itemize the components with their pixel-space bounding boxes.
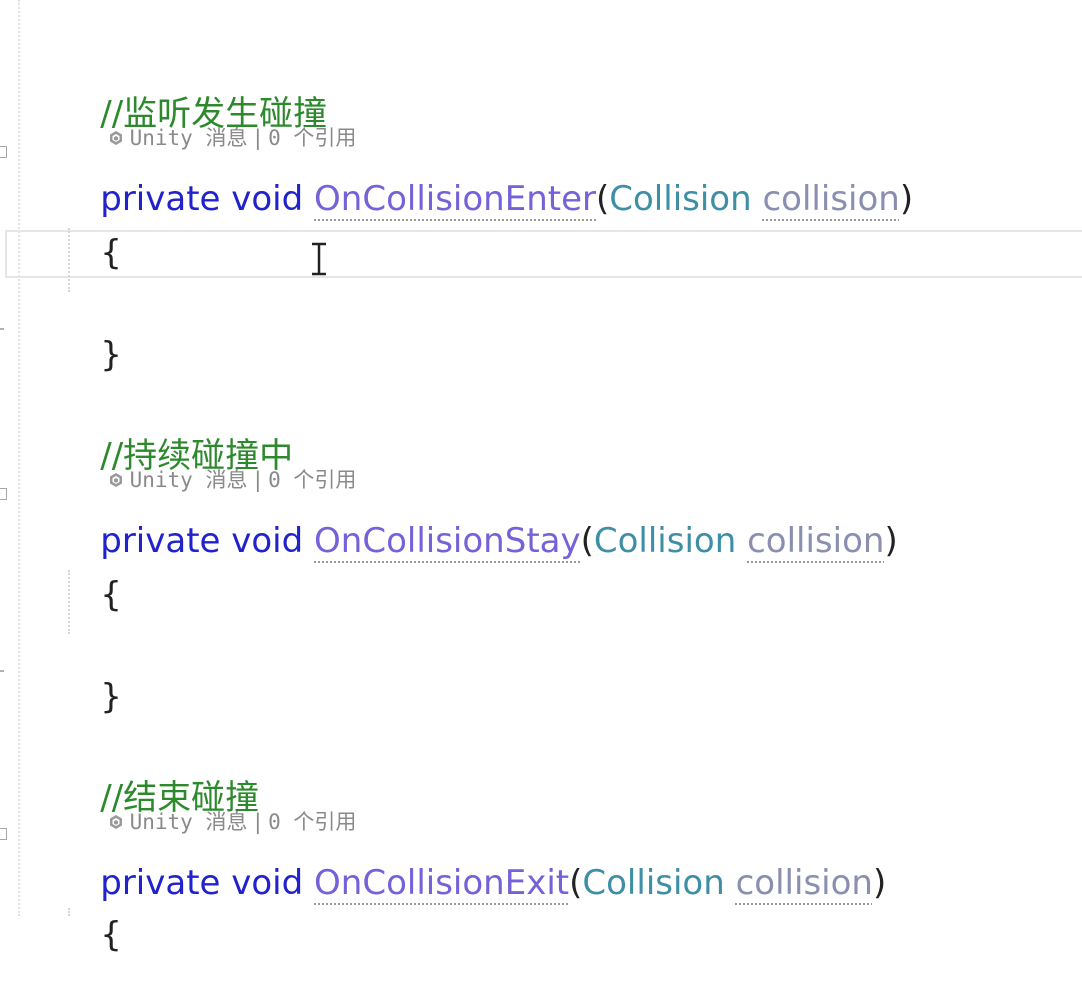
codelens[interactable]: Unity 消息 | 0 个引用 xyxy=(57,780,356,834)
collapse-marker-icon[interactable] xyxy=(0,828,7,840)
left-margin-guide xyxy=(18,0,20,916)
open-brace: { xyxy=(100,915,122,955)
param-type[interactable]: Collision xyxy=(582,863,724,903)
indent-guide xyxy=(68,908,70,916)
open-paren: ( xyxy=(596,179,610,219)
open-paren: ( xyxy=(569,863,583,903)
indent-guide xyxy=(68,228,70,292)
close-brace-line: } xyxy=(57,628,122,717)
current-line-highlight xyxy=(5,230,1082,278)
comment-line: //监听发生碰撞 xyxy=(57,45,327,134)
open-brace: { xyxy=(100,575,122,615)
codelens[interactable]: Unity 消息 | 0 个引用 xyxy=(57,438,356,492)
gutter-tick xyxy=(0,670,4,672)
close-brace: } xyxy=(100,335,122,375)
open-brace-line: { xyxy=(57,526,122,615)
gutter-tick xyxy=(0,328,4,330)
codelens[interactable]: Unity 消息 | 0 个引用 xyxy=(57,96,356,150)
param-name[interactable]: collision xyxy=(762,179,899,219)
param-name[interactable]: collision xyxy=(747,521,884,561)
comment-line: //结束碰撞 xyxy=(57,729,259,818)
collapse-marker-icon[interactable] xyxy=(0,488,7,500)
close-paren: ) xyxy=(872,863,887,903)
collapse-marker-icon[interactable] xyxy=(0,146,7,158)
close-brace: } xyxy=(100,677,122,717)
keyword-private-void: private void xyxy=(100,521,304,561)
open-paren: ( xyxy=(580,521,594,561)
open-brace: { xyxy=(100,233,122,273)
open-brace-line: { xyxy=(57,184,122,273)
code-editor[interactable]: //监听发生碰撞 Unity 消息 | 0 个引用 private void OnC… xyxy=(0,0,1082,955)
comment-line: //持续碰撞中 xyxy=(57,387,293,476)
text-cursor-ibeam-icon xyxy=(312,242,326,276)
method-name[interactable]: OnCollisionEnter xyxy=(314,179,596,219)
method-signature-line: private void OnCollisionStay(Collision c… xyxy=(57,472,897,561)
param-type[interactable]: Collision xyxy=(594,521,736,561)
close-paren: ) xyxy=(899,179,914,219)
open-brace-line: { xyxy=(57,866,122,955)
keyword-private-void: private void xyxy=(100,179,304,219)
method-signature-line: private void OnCollisionExit(Collision c… xyxy=(57,814,886,903)
indent-guide xyxy=(68,570,70,634)
param-type[interactable]: Collision xyxy=(609,179,751,219)
keyword-private-void: private void xyxy=(100,863,304,903)
method-name[interactable]: OnCollisionExit xyxy=(314,863,569,903)
close-paren: ) xyxy=(884,521,898,561)
param-name[interactable]: collision xyxy=(736,863,873,903)
method-name[interactable]: OnCollisionStay xyxy=(314,521,581,561)
close-brace-line: } xyxy=(57,286,122,375)
method-signature-line: private void OnCollisionEnter(Collision … xyxy=(57,130,913,219)
